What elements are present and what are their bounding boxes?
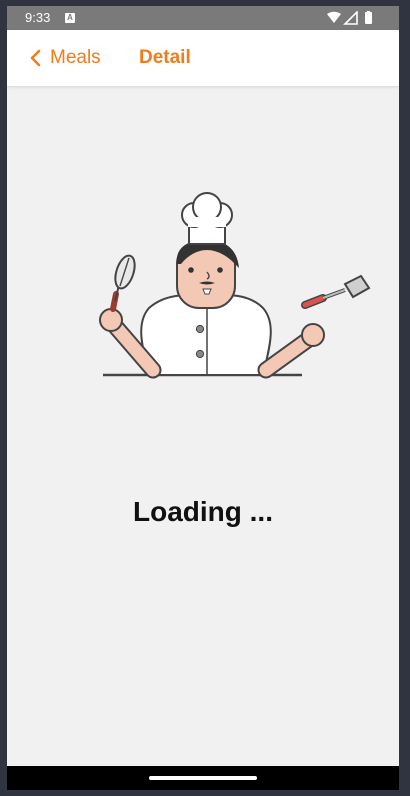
- screen: 9:33 A Meals Detail Loading ...: [7, 6, 399, 790]
- notification-icon: A: [65, 13, 75, 23]
- device-frame: 9:33 A Meals Detail Loading ...: [0, 0, 410, 796]
- page-title: Detail: [139, 47, 191, 68]
- wifi-icon: [327, 11, 341, 23]
- chevron-left-icon: [30, 49, 41, 67]
- app-bar: Meals Detail: [7, 30, 399, 86]
- battery-icon: [365, 12, 372, 24]
- back-label: Meals: [50, 47, 101, 68]
- status-time: 9:33: [25, 10, 51, 25]
- status-icons: [327, 11, 375, 25]
- back-button[interactable]: Meals: [29, 30, 101, 86]
- signal-icon: [343, 11, 358, 25]
- status-bar: 9:33 A: [7, 6, 399, 30]
- home-gesture-handle[interactable]: [149, 776, 257, 780]
- loading-text: Loading ...: [133, 496, 273, 527]
- system-nav-bar: [7, 766, 399, 790]
- notification-icon-label: A: [67, 13, 73, 22]
- chef-illustration: [99, 192, 371, 379]
